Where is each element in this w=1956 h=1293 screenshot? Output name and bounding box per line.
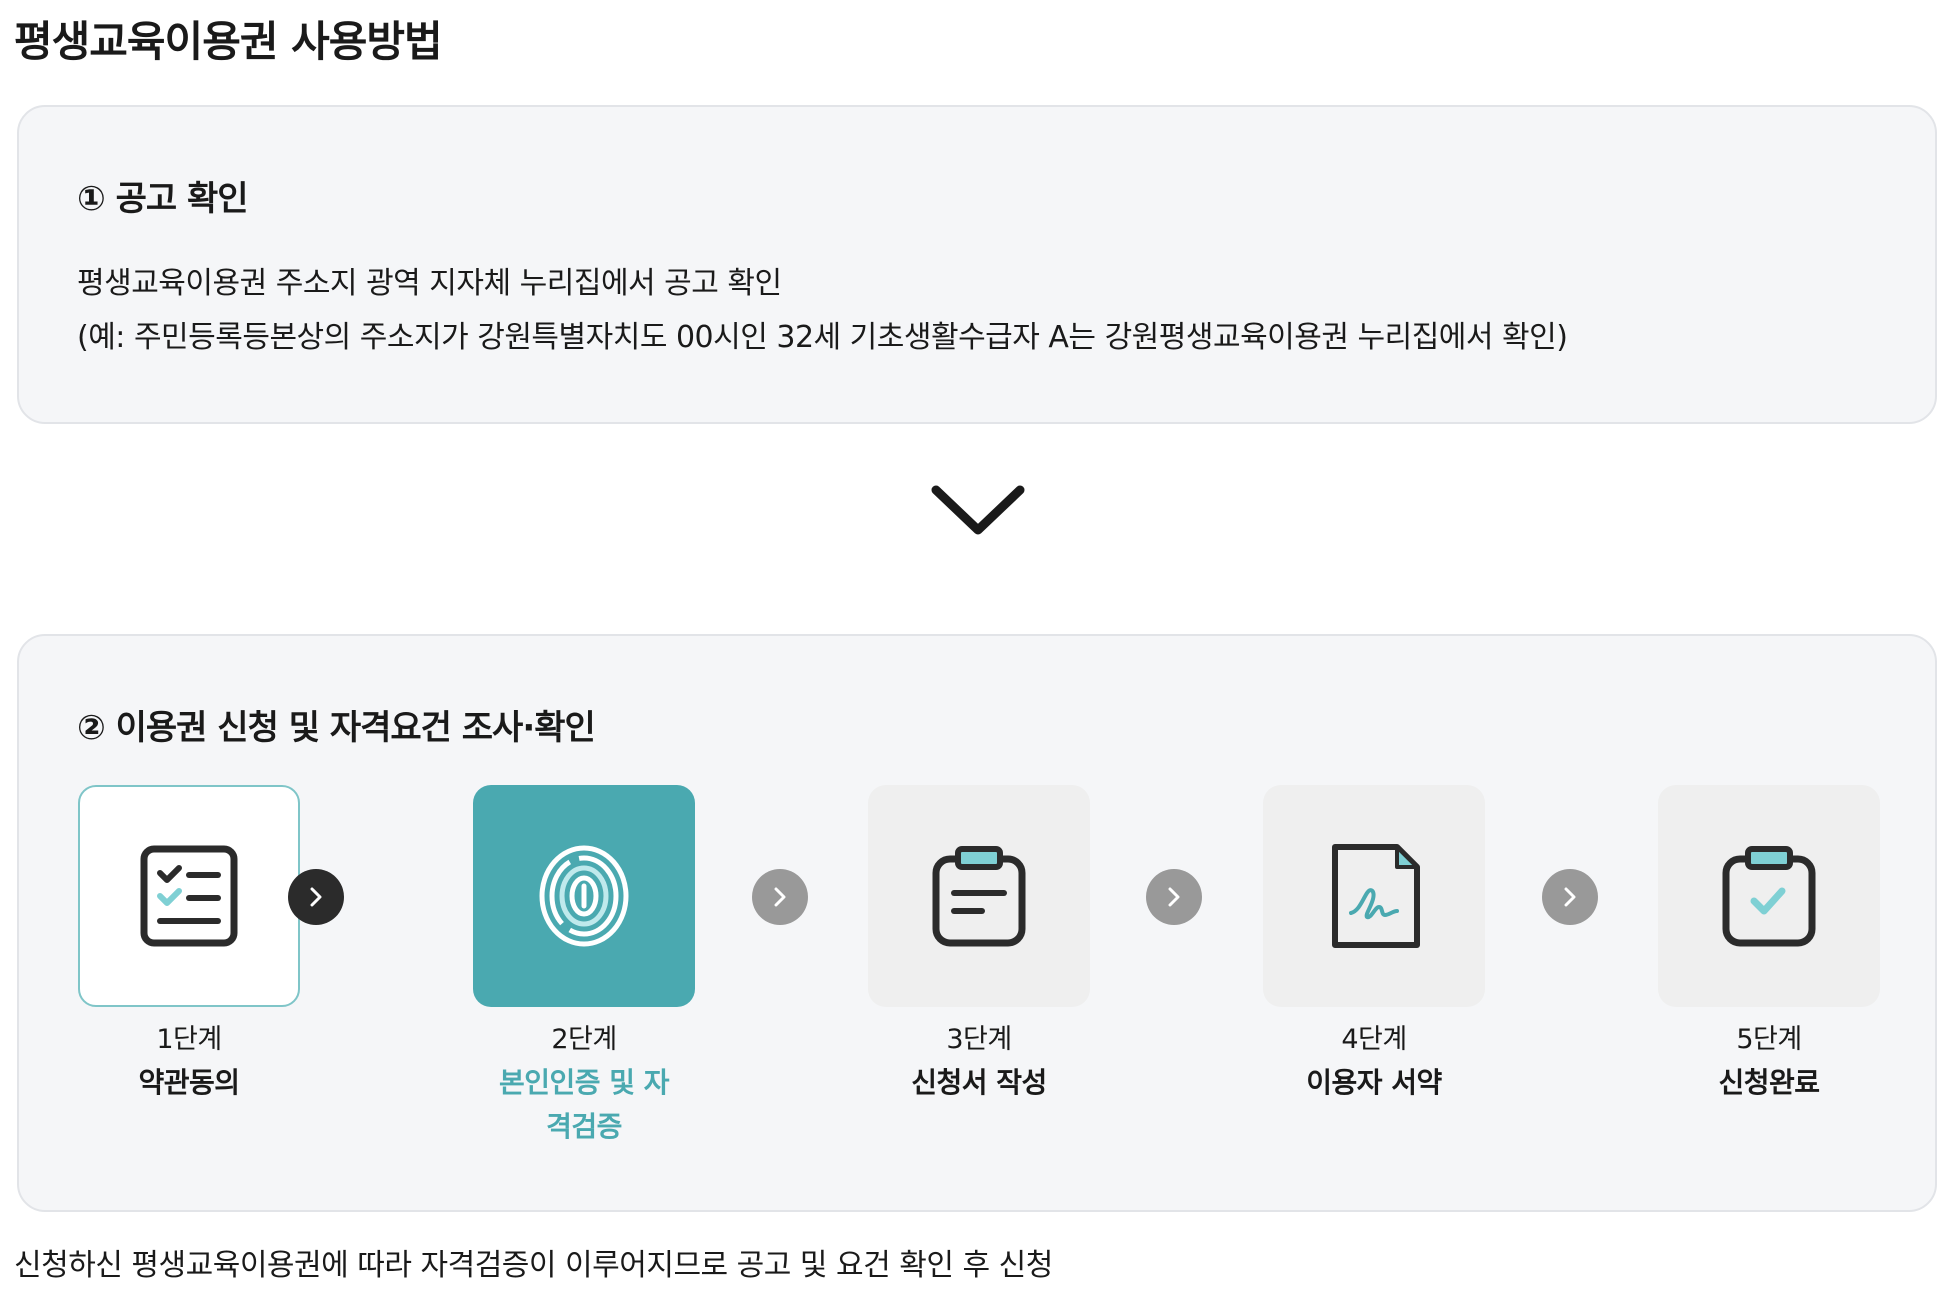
- step-2: 2단계 본인인증 및 자격검증: [473, 785, 695, 1149]
- announcement-example-line: (예: 주민등록등본상의 주소지가 강원특별자치도 00시인 32세 기초생활수…: [77, 320, 1568, 355]
- step-2-card: [473, 785, 695, 1007]
- chevron-right-icon: [310, 887, 322, 907]
- page-title: 평생교육이용권 사용방법: [14, 17, 443, 66]
- step-arrow-1: [288, 869, 344, 925]
- chevron-down-icon: [931, 485, 1025, 535]
- clipboard-check-icon: [1722, 846, 1816, 947]
- step-3-number: 3단계: [946, 1024, 1012, 1055]
- step-1-card: [78, 785, 300, 1007]
- step-4-number: 4단계: [1341, 1024, 1407, 1055]
- step-2-number: 2단계: [551, 1024, 617, 1055]
- chevron-right-icon: [1168, 887, 1180, 907]
- step-3-card: [868, 785, 1090, 1007]
- step-5-number: 5단계: [1736, 1024, 1802, 1055]
- step-5-name: 신청완료: [1718, 1066, 1820, 1099]
- announcement-heading: ① 공고 확인: [77, 179, 249, 219]
- step-arrow-4: [1542, 869, 1598, 925]
- step-arrow-2: [752, 869, 808, 925]
- step-1-name: 약관동의: [138, 1066, 240, 1099]
- chevron-right-icon: [774, 887, 786, 907]
- announcement-line: 평생교육이용권 주소지 광역 지자체 누리집에서 공고 확인: [77, 266, 782, 301]
- step-4-card: [1263, 785, 1485, 1007]
- step-5-card: [1658, 785, 1880, 1007]
- step-2-name: 본인인증 및 자격검증: [498, 1066, 670, 1143]
- announcement-panel: ① 공고 확인 평생교육이용권 주소지 광역 지자체 누리집에서 공고 확인 (…: [17, 105, 1937, 424]
- step-5: 5단계 신청완료: [1658, 785, 1880, 1105]
- step-3: 3단계 신청서 작성: [868, 785, 1090, 1105]
- clipboard-form-icon: [932, 846, 1026, 947]
- announcement-text: 평생교육이용권 주소지 광역 지자체 누리집에서 공고 확인 (예: 주민등록등…: [77, 257, 1568, 365]
- step-3-name: 신청서 작성: [911, 1066, 1047, 1099]
- checklist-icon: [140, 845, 238, 947]
- footer-note: 신청하신 평생교육이용권에 따라 자격검증이 이루어지므로 공고 및 요건 확인…: [14, 1248, 1053, 1283]
- fingerprint-icon: [539, 845, 629, 947]
- chevron-right-icon: [1564, 887, 1576, 907]
- step-4-name: 이용자 서약: [1306, 1066, 1442, 1099]
- step-4: 4단계 이용자 서약: [1263, 785, 1485, 1105]
- signed-document-icon: [1332, 844, 1420, 948]
- application-panel: ② 이용권 신청 및 자격요건 조사·확인 1단계 약관동의 2단계 본인인증 …: [17, 634, 1937, 1212]
- step-arrow-3: [1146, 869, 1202, 925]
- step-1-number: 1단계: [156, 1024, 222, 1055]
- application-heading: ② 이용권 신청 및 자격요건 조사·확인: [77, 708, 596, 748]
- step-1: 1단계 약관동의: [78, 785, 300, 1105]
